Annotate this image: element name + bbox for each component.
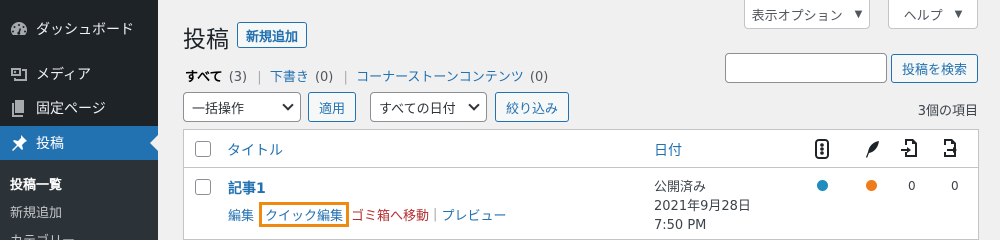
media-icon <box>2 64 36 84</box>
bulk-action-value: 一括操作 <box>192 101 245 117</box>
screen-options-button[interactable]: 表示オプション ▼ <box>744 0 870 29</box>
page-title: 投稿 <box>183 27 229 53</box>
outgoing-links-icon[interactable] <box>941 138 959 158</box>
post-date: 2021年9月28日 7:50 PM <box>654 199 751 233</box>
filter-cornerstone-count: (0) <box>529 70 549 85</box>
submenu-add-new[interactable]: 新規追加 <box>10 202 62 221</box>
submenu-categories[interactable]: カテゴリー <box>10 230 75 240</box>
caret-down-icon: ▼ <box>854 8 863 20</box>
chevron-down-icon <box>468 99 480 111</box>
date-filter-select[interactable]: すべての日付 <box>370 92 487 122</box>
separator: | <box>257 70 262 85</box>
menu-item-media[interactable]: メディア <box>0 57 158 91</box>
outgoing-links-count: 0 <box>951 179 959 193</box>
main-content: 表示オプション ▼ ヘルプ ▼ 投稿 新規追加 すべて (3) | 下書き (0… <box>158 0 1000 240</box>
incoming-links-count: 0 <box>908 179 916 193</box>
date-filter-value: すべての日付 <box>379 101 456 117</box>
column-title-sort[interactable]: タイトル <box>227 140 283 160</box>
incoming-links-icon[interactable] <box>900 138 918 158</box>
posts-table: タイトル 日付 記事1 編集 クイック編集 ゴミ箱へ移動 | プレビュー 公開済… <box>183 129 979 240</box>
admin-sidebar: ダッシュボード メディア 固定ページ 投稿 投稿一覧 新規追加 カテゴリー <box>0 0 158 240</box>
menu-item-label: ダッシュボード <box>36 22 134 38</box>
screen-options-label: 表示オプション <box>751 8 843 24</box>
help-label: ヘルプ <box>903 8 943 24</box>
search-posts-button[interactable]: 投稿を検索 <box>891 54 979 83</box>
search-input[interactable] <box>725 53 887 83</box>
row-checkbox[interactable] <box>195 179 211 195</box>
filter-drafts-count: (0) <box>314 70 334 85</box>
menu-item-label: 投稿 <box>36 136 64 152</box>
caret-down-icon: ▼ <box>954 8 963 20</box>
pin-icon <box>2 133 36 153</box>
separator: | <box>343 70 348 85</box>
help-button[interactable]: ヘルプ ▼ <box>888 0 978 29</box>
current-menu-arrow <box>150 135 158 151</box>
preview-link[interactable]: プレビュー <box>441 205 506 224</box>
bulk-action-select[interactable]: 一括操作 <box>183 92 301 122</box>
readability-icon[interactable] <box>863 139 881 159</box>
posts-submenu: 投稿一覧 新規追加 カテゴリー <box>0 160 158 240</box>
filter-all-count: (3) <box>228 70 248 85</box>
menu-item-posts[interactable]: 投稿 <box>0 126 158 160</box>
post-title-link[interactable]: 記事1 <box>228 178 266 198</box>
menu-item-dashboard[interactable]: ダッシュボード <box>0 12 158 46</box>
filter-cornerstone-link[interactable]: コーナーストーンコンテンツ <box>356 70 524 85</box>
column-date-sort[interactable]: 日付 <box>654 140 682 160</box>
chevron-down-icon <box>282 99 294 111</box>
menu-item-label: 固定ページ <box>36 101 106 117</box>
page-icon <box>2 98 36 118</box>
filter-drafts-link[interactable]: 下書き <box>270 70 309 85</box>
menu-item-pages[interactable]: 固定ページ <box>0 91 158 125</box>
select-all-checkbox[interactable] <box>195 141 211 157</box>
filter-button[interactable]: 絞り込み <box>495 92 570 122</box>
menu-item-label: メディア <box>36 67 92 83</box>
dashboard-icon <box>2 19 36 39</box>
table-header: タイトル 日付 <box>184 130 978 168</box>
date-cell: 公開済み 2021年9月28日 7:50 PM <box>654 178 779 235</box>
seo-score-icon[interactable] <box>813 139 831 159</box>
filter-all-link[interactable]: すべて <box>185 70 223 85</box>
post-status: 公開済み <box>654 180 707 195</box>
separator: | <box>433 207 438 222</box>
item-count: 3個の項目 <box>917 104 978 119</box>
edit-link[interactable]: 編集 <box>228 205 254 224</box>
seo-score-indicator <box>817 180 828 191</box>
add-new-button[interactable]: 新規追加 <box>237 22 308 48</box>
status-filter-links: すべて (3) | 下書き (0) | コーナーストーンコンテンツ (0) <box>185 66 550 85</box>
quick-edit-link[interactable]: クイック編集 <box>259 202 350 227</box>
trash-link[interactable]: ゴミ箱へ移動 <box>351 205 429 224</box>
row-actions: 編集 クイック編集 ゴミ箱へ移動 | プレビュー <box>228 202 506 227</box>
apply-button[interactable]: 適用 <box>308 92 357 122</box>
readability-indicator <box>866 180 877 191</box>
submenu-all-posts[interactable]: 投稿一覧 <box>10 174 62 193</box>
table-row: 記事1 編集 クイック編集 ゴミ箱へ移動 | プレビュー 公開済み 2021年9… <box>184 168 978 240</box>
